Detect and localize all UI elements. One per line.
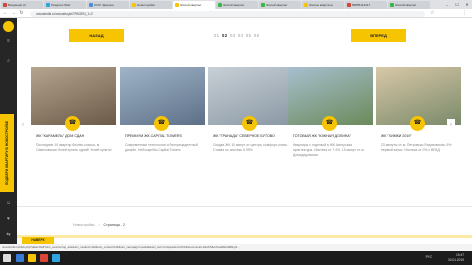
tab-label: Жилой квартал bbox=[180, 3, 202, 7]
url-input[interactable]: novostroiki.ru/novostroyki/?PAGEN_1=2 bbox=[30, 10, 425, 17]
favicon-icon bbox=[3, 3, 7, 7]
menu-icon[interactable]: ⋮ bbox=[462, 10, 467, 17]
listing-description: Квартиры с отделкой в ЖК Авторская архит… bbox=[293, 143, 365, 157]
maximize-icon[interactable]: ☐ bbox=[452, 0, 462, 9]
phone-icon[interactable]: ☎ bbox=[242, 116, 257, 131]
to-top-button[interactable]: НАВЕРХ bbox=[22, 237, 54, 244]
menu-icon[interactable]: ≡ bbox=[5, 38, 12, 45]
listing-title[interactable]: ГОТОВЫЙ ЖК "ЮЖНАЯ ДОЛИНА" bbox=[293, 134, 373, 138]
telegram-icon[interactable] bbox=[52, 254, 60, 262]
phone-icon[interactable]: ☎ bbox=[154, 116, 169, 131]
compare-icon[interactable]: ⇆ bbox=[5, 232, 12, 239]
browser-tab[interactable]: Жилой квартал bbox=[388, 1, 430, 9]
listing-card[interactable]: ☎ ЖК "ГРАНАДА" СЕВЕРНОЕ БУТОВО Скидка ЖК 1… bbox=[208, 67, 293, 175]
pick-apartment-label: Подбери квартиру в Новостройке bbox=[5, 120, 9, 186]
favicon-icon bbox=[261, 3, 265, 7]
tab-label: Жилые кварталы bbox=[309, 3, 333, 7]
page-numbers: 01 02 03 04 05 06 bbox=[214, 33, 262, 38]
tab-label: Жилой квартал bbox=[395, 3, 417, 7]
favicon-icon bbox=[347, 3, 351, 7]
listing-description: 23 минуты от м. Петровско-Разумовская. 6… bbox=[381, 143, 452, 152]
search-icon[interactable]: ⌕ bbox=[5, 58, 12, 65]
favicon-icon bbox=[218, 3, 222, 7]
reload-icon[interactable]: ↻ bbox=[18, 10, 25, 17]
phone-icon[interactable]: ☎ bbox=[322, 116, 337, 131]
listing-description: Современные технологии и беспрецедентный… bbox=[125, 143, 198, 152]
browser-tab[interactable]: Жилой квартал bbox=[216, 1, 258, 9]
tab-label: 89855113417 bbox=[352, 3, 371, 7]
favicon-icon bbox=[89, 3, 93, 7]
user-icon[interactable]: ☺ bbox=[5, 200, 12, 207]
page-number-link[interactable]: 01 bbox=[214, 33, 219, 38]
site-logo[interactable] bbox=[3, 21, 14, 32]
browser-tab[interactable]: Жилой квартал bbox=[173, 1, 215, 9]
divider bbox=[17, 206, 472, 207]
browser-tab[interactable]: Новостройки bbox=[130, 1, 172, 9]
breadcrumb-link[interactable]: Новостройки bbox=[73, 223, 95, 227]
prev-page-button[interactable]: НАЗАД bbox=[69, 29, 124, 42]
start-icon[interactable] bbox=[3, 254, 11, 262]
taskbar-app-icon[interactable] bbox=[16, 254, 24, 262]
browser-tab[interactable]: ООО "Дорожн bbox=[87, 1, 129, 9]
taskbar-app-icon[interactable] bbox=[28, 254, 36, 262]
os-taskbar: РУС 15:47 30.01.2019 bbox=[0, 251, 472, 265]
browser-status-bar: novostroiki.ru/click.php?data=Ok&?utm_so… bbox=[0, 244, 472, 251]
page-number-link[interactable]: 06 bbox=[254, 33, 259, 38]
forward-icon[interactable]: → bbox=[10, 10, 17, 17]
browser-tab[interactable]: Жилые кварталы bbox=[302, 1, 344, 9]
clock[interactable]: 15:47 30.01.2019 bbox=[448, 253, 464, 262]
back-icon[interactable]: ← bbox=[2, 10, 9, 17]
listing-description: Последние 10 квартир бизнес-класса, м. С… bbox=[36, 143, 112, 152]
browser-tab-bar: Входящие (3 Telegram Web ООО "Дорожн Новост… bbox=[0, 0, 472, 9]
browser-tab[interactable]: 89855113417 bbox=[345, 1, 387, 9]
tab-label: Жилой квартал bbox=[223, 3, 245, 7]
favicon-icon bbox=[132, 3, 136, 7]
favicon-icon bbox=[175, 3, 179, 7]
breadcrumb: Новостройки / Страница - 2 bbox=[73, 223, 125, 227]
heart-icon[interactable]: ♥ bbox=[5, 216, 12, 223]
page-number-link[interactable]: 05 bbox=[246, 33, 251, 38]
listing-title[interactable]: ЖК "ГРАНАДА" СЕВЕРНОЕ БУТОВО bbox=[213, 134, 293, 138]
pick-apartment-tab[interactable]: Подбери квартиру в Новостройке bbox=[0, 114, 14, 192]
breadcrumb-current: Страница - 2 bbox=[103, 223, 125, 227]
listing-card[interactable]: ☎ ГОТОВЫЙ ЖК "ЮЖНАЯ ДОЛИНА" Квартиры с отд… bbox=[288, 67, 373, 175]
phone-icon[interactable]: ☎ bbox=[410, 116, 425, 131]
close-icon[interactable]: ✕ bbox=[462, 0, 472, 9]
site-sidebar: ≡ ⌕ Подбери квартиру в Новостройке ☺ ♥ ⇆ bbox=[0, 18, 17, 251]
tab-label: ООО "Дорожн bbox=[94, 3, 114, 7]
clock-date: 30.01.2019 bbox=[448, 257, 464, 262]
listing-title[interactable]: ЖК "КАРАМЕЛЬ" ДОМ СДАН bbox=[36, 134, 116, 138]
page-number-link[interactable]: 02 bbox=[222, 33, 227, 38]
listing-card[interactable]: ☎ ЖК "КАРАМЕЛЬ" ДОМ СДАН Последние 10 квар… bbox=[31, 67, 116, 175]
address-bar: ← → ↻ novostroiki.ru/novostroyki/?PAGEN_… bbox=[0, 9, 472, 18]
tab-label: Новостройки bbox=[137, 3, 155, 7]
phone-icon[interactable]: ☎ bbox=[65, 116, 80, 131]
browser-tab[interactable]: Telegram Web bbox=[44, 1, 86, 9]
listing-description: Скидка ЖК 10 минут от центра, комфорт-кл… bbox=[213, 143, 289, 152]
carousel-prev-arrow[interactable]: ‹ bbox=[19, 119, 27, 131]
listing-title[interactable]: ПРЕМИУМ ЖК CAPITAL TOWERS bbox=[125, 134, 205, 138]
chrome-icon[interactable] bbox=[40, 254, 48, 262]
page-number-link[interactable]: 04 bbox=[238, 33, 243, 38]
listing-title[interactable]: ЖК "ХИМКИ 2019" bbox=[381, 134, 461, 138]
listing-card[interactable]: ☎ ПРЕМИУМ ЖК CAPITAL TOWERS Современные те… bbox=[120, 67, 205, 175]
browser-tab[interactable]: Входящие (3 bbox=[1, 1, 43, 9]
tab-label: Telegram Web bbox=[51, 3, 71, 7]
tab-label: Входящие (3 bbox=[8, 3, 26, 7]
language-indicator[interactable]: РУС bbox=[426, 255, 432, 259]
minimize-icon[interactable]: – bbox=[442, 0, 452, 9]
browser-tab[interactable]: Жилой квартал bbox=[259, 1, 301, 9]
next-page-button[interactable]: ВПЕРЕД bbox=[351, 29, 406, 42]
favicon-icon bbox=[304, 3, 308, 7]
carousel-next-arrow[interactable]: › bbox=[447, 119, 455, 131]
tab-label: Жилой квартал bbox=[266, 3, 288, 7]
favicon-icon bbox=[390, 3, 394, 7]
page-number-link[interactable]: 03 bbox=[230, 33, 235, 38]
favicon-icon bbox=[46, 3, 50, 7]
bookmark-star-icon[interactable]: ☆ bbox=[430, 10, 434, 17]
bottom-strip bbox=[17, 235, 472, 238]
